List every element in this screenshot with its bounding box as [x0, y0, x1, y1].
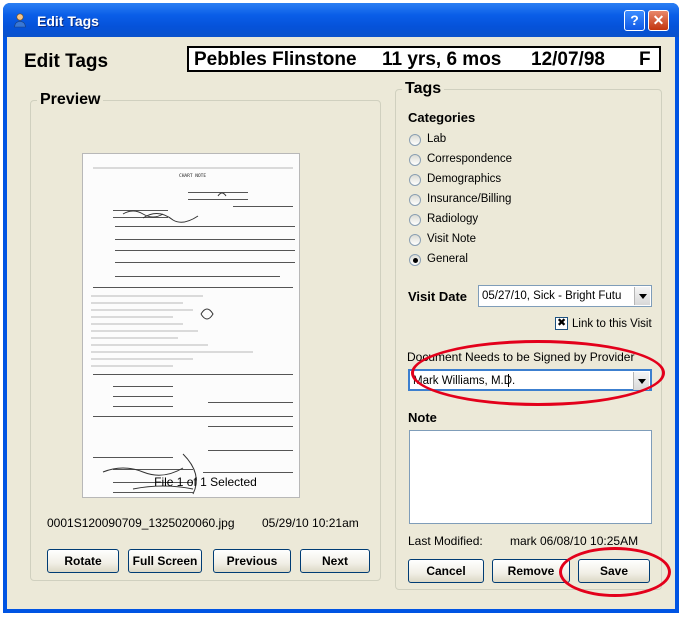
radio-label: Correspondence — [427, 153, 513, 165]
patient-sex: F — [639, 49, 651, 70]
note-label: Note — [408, 410, 437, 425]
file-name: 0001S120090709_1325020060.jpg — [47, 516, 235, 530]
document-preview-image[interactable]: CHART NOTE — [82, 153, 300, 498]
help-button[interactable]: ? — [624, 10, 645, 31]
patient-age: 11 yrs, 6 mos — [382, 49, 502, 70]
radio-button[interactable] — [409, 194, 421, 206]
link-to-visit-checkbox[interactable] — [555, 316, 568, 330]
last-modified-value: mark 06/08/10 10:25AM — [510, 534, 639, 548]
close-button[interactable]: ✕ — [648, 10, 669, 31]
radio-button[interactable] — [409, 134, 421, 146]
visit-date-value: 05/27/10, Sick - Bright Futu — [482, 290, 622, 302]
radio-button[interactable] — [409, 154, 421, 166]
full-screen-button[interactable]: Full Screen — [128, 549, 202, 573]
highlight-ellipse-provider — [411, 340, 665, 406]
preview-label: Preview — [37, 91, 104, 109]
radio-label: Visit Note — [427, 233, 477, 245]
radio-button[interactable] — [409, 174, 421, 186]
radio-label: Lab — [427, 133, 447, 145]
last-modified-label: Last Modified: — [408, 534, 483, 548]
highlight-ellipse-save — [559, 547, 671, 597]
file-count: File 1 of 1 Selected — [154, 475, 257, 489]
page-title: Edit Tags — [24, 51, 109, 72]
cancel-button[interactable]: Cancel — [408, 559, 484, 583]
visit-date-select[interactable]: 05/27/10, Sick - Bright Futu — [478, 285, 652, 307]
tags-label: Tags — [402, 80, 445, 98]
radio-label: Radiology — [427, 213, 479, 225]
patient-banner: Pebbles Flinstone 11 yrs, 6 mos 12/07/98… — [187, 46, 661, 72]
radio-button[interactable] — [409, 214, 421, 226]
radio-button[interactable] — [409, 234, 421, 246]
dialog-body: Edit Tags Pebbles Flinstone 11 yrs, 6 mo… — [7, 37, 675, 609]
preview-group: Preview CHART NOTE — [30, 91, 381, 581]
next-button[interactable]: Next — [300, 549, 370, 573]
title-bar[interactable]: Edit Tags ? ✕ — [3, 3, 679, 37]
chevron-down-icon[interactable] — [634, 287, 650, 305]
patient-dob: 12/07/98 — [531, 49, 605, 70]
note-textarea[interactable] — [409, 430, 652, 524]
categories-label: Categories — [408, 110, 476, 125]
visit-date-label: Visit Date — [408, 289, 468, 304]
app-person-icon — [14, 13, 26, 28]
previous-button[interactable]: Previous — [213, 549, 291, 573]
patient-name: Pebbles Flinstone — [194, 49, 357, 70]
window-title: Edit Tags — [37, 13, 99, 29]
file-date: 05/29/10 10:21am — [262, 516, 359, 530]
radio-label: Insurance/Billing — [427, 193, 512, 205]
link-to-visit-label: Link to this Visit — [572, 318, 652, 330]
radio-label: Demographics — [427, 173, 502, 185]
edit-tags-window: Edit Tags ? ✕ Edit Tags Pebbles Flinston… — [3, 3, 679, 613]
radio-button-selected[interactable] — [409, 254, 421, 266]
radio-label: General — [427, 253, 468, 265]
rotate-button[interactable]: Rotate — [47, 549, 119, 573]
